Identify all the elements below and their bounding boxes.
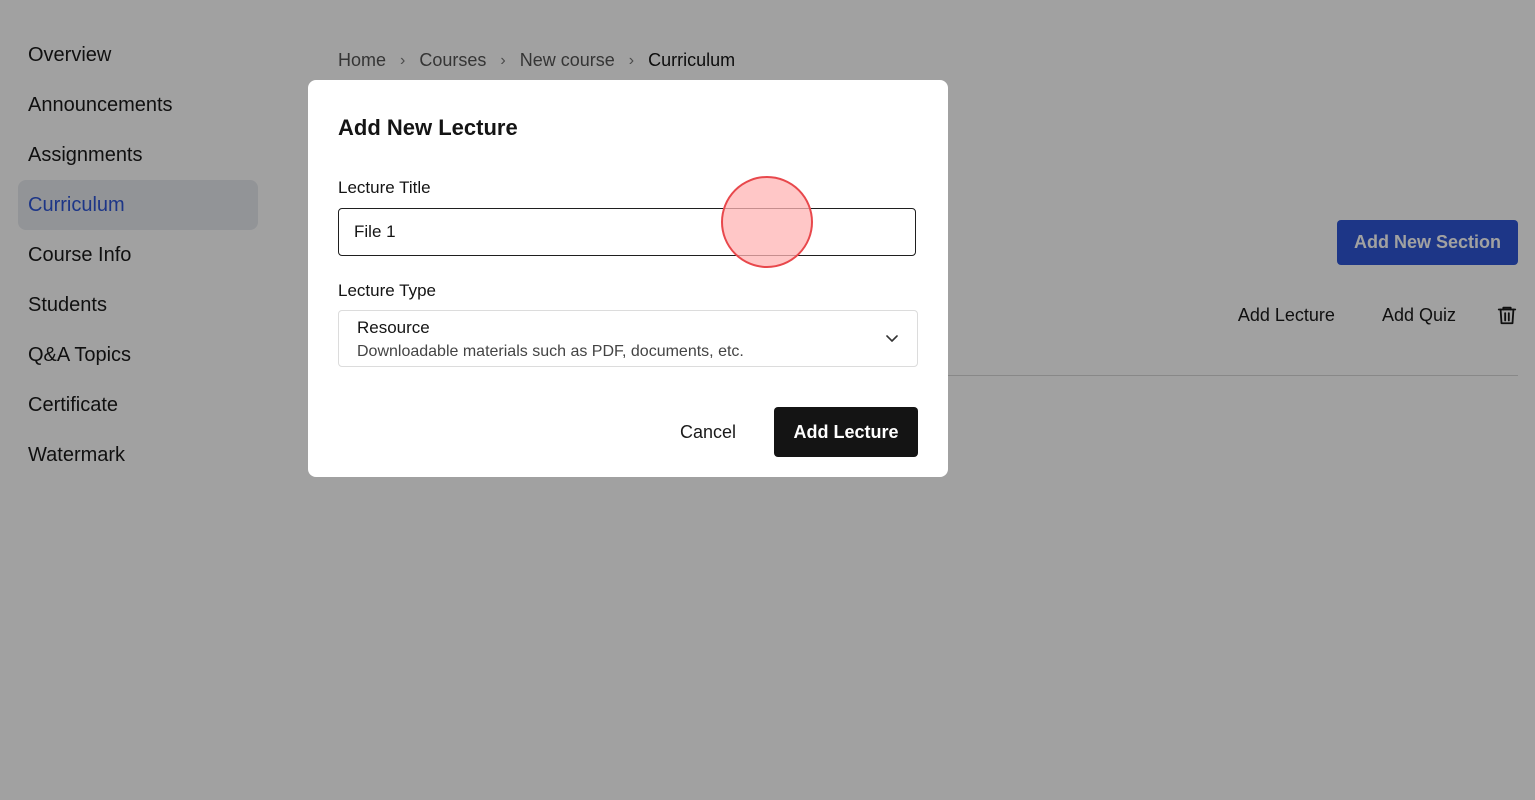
lecture-type-select[interactable]: Resource Downloadable materials such as … (338, 310, 918, 367)
lecture-title-label: Lecture Title (338, 178, 431, 197)
lecture-title-input[interactable] (338, 208, 916, 256)
add-lecture-dialog: Add New Lecture Lecture Title Lecture Ty… (308, 80, 948, 477)
cancel-button[interactable]: Cancel (664, 407, 752, 457)
click-indicator (721, 176, 813, 268)
lecture-type-description: Downloadable materials such as PDF, docu… (357, 343, 744, 360)
chevron-down-icon (886, 335, 898, 342)
lecture-type-label: Lecture Type (338, 281, 436, 300)
add-lecture-submit-button[interactable]: Add Lecture (774, 407, 918, 457)
page: Overview Announcements Assignments Curri… (0, 0, 1535, 800)
dialog-title: Add New Lecture (338, 115, 518, 140)
lecture-type-selected-value: Resource (357, 318, 430, 337)
